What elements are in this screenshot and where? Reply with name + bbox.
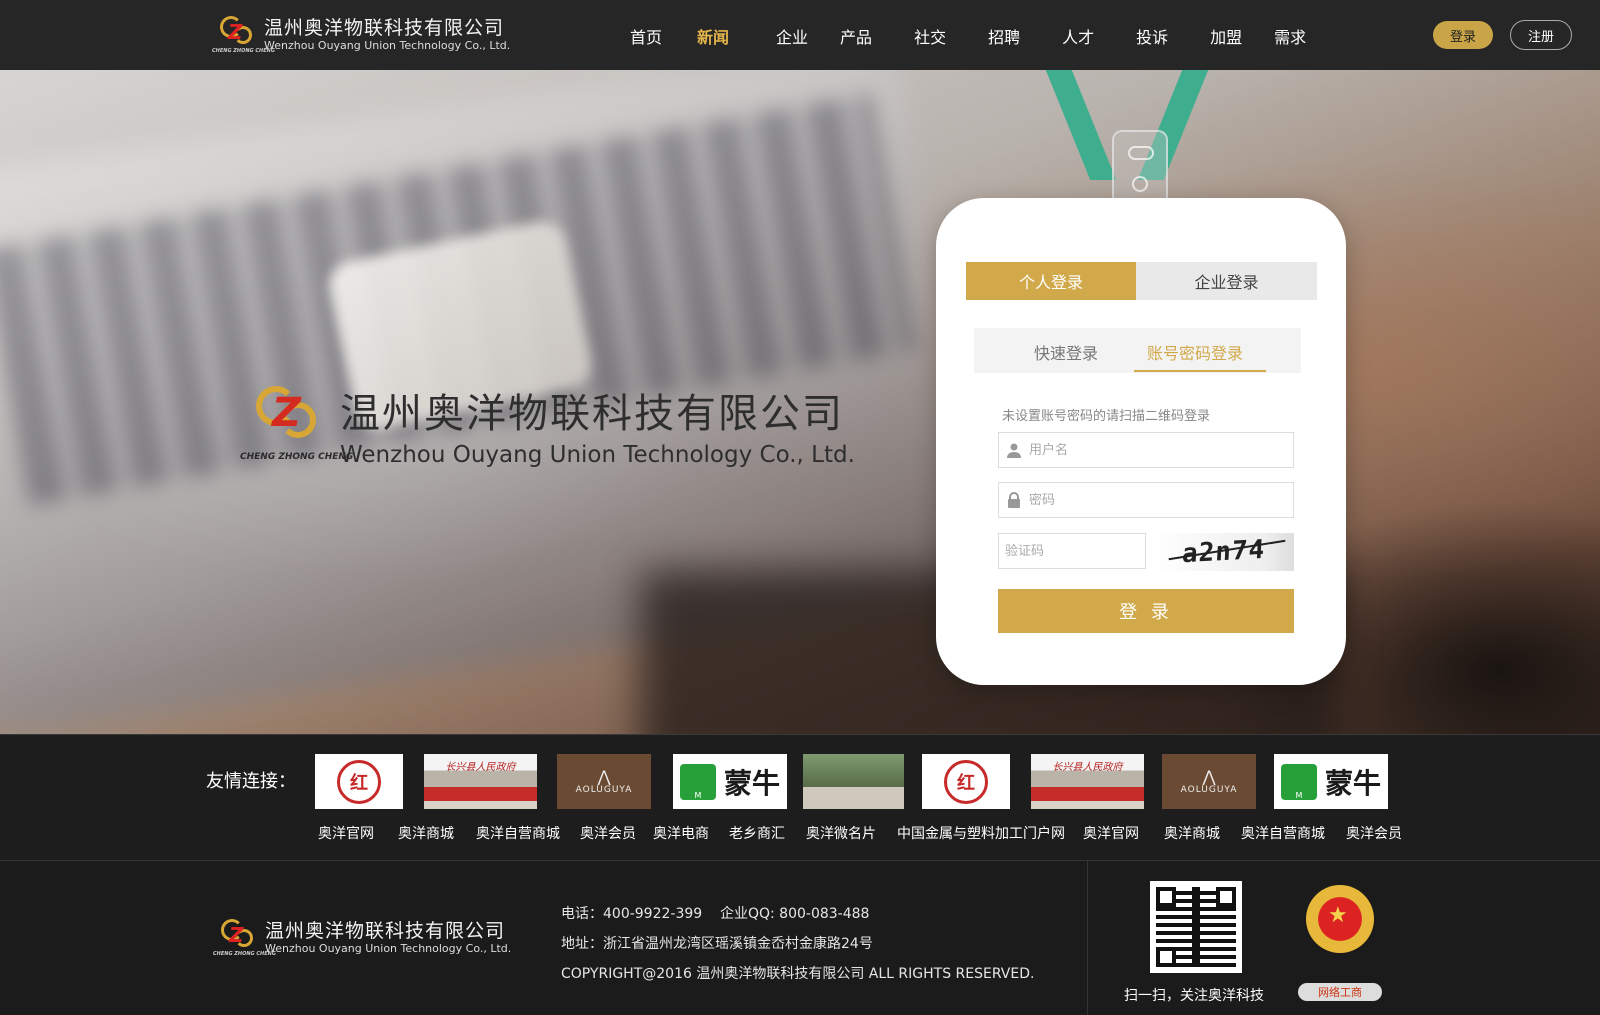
nav-enterprise[interactable]: 企业	[776, 24, 808, 48]
aoluguya-logo[interactable]: ⋀ AOLUGUYA	[1162, 754, 1256, 809]
friend-link[interactable]: 奥洋自营商城	[1241, 823, 1325, 843]
captcha-field[interactable]	[998, 533, 1146, 569]
login-hint: 未设置账号密码的请扫描二维码登录	[1002, 409, 1211, 424]
footer-address: 地址：浙江省温州龙湾区瑶溪镇金岙村金康路24号	[561, 936, 873, 952]
login-method-tabs: 快速登录 账号密码登录	[974, 328, 1301, 373]
footer-contact: 电话：400-9922-399 企业QQ: 800-083-488 地址：浙江省…	[561, 899, 1034, 989]
mengniu-logo[interactable]: M 蒙牛	[673, 754, 787, 809]
password-input[interactable]	[1029, 492, 1279, 508]
gate-logo[interactable]: 长兴县人民政府	[424, 754, 537, 809]
qr-caption: 扫一扫，关注奥洋科技	[1124, 988, 1264, 1004]
nav-home[interactable]: 首页	[630, 24, 662, 48]
friend-link[interactable]: 奥洋微名片	[806, 823, 876, 843]
tab-personal-login[interactable]: 个人登录	[966, 262, 1136, 300]
friend-link[interactable]: 奥洋自营商城	[476, 823, 560, 843]
footer-company-name: 温州奥洋物联科技有限公司	[265, 920, 506, 942]
login-card: 个人登录 企业登录 快速登录 账号密码登录 未设置账号密码的请扫描二维码登录 a…	[936, 198, 1346, 685]
company-logo-icon: Z CHENG ZHONG CHENG	[212, 14, 275, 56]
top-header: Z CHENG ZHONG CHENG 温州奥洋物联科技有限公司 Wenzhou…	[0, 0, 1600, 70]
company-logo-icon: Z CHENG ZHONG CHENG	[213, 917, 276, 959]
nav-franchise[interactable]: 加盟	[1210, 24, 1242, 48]
subtab-quick-login[interactable]: 快速登录	[1034, 340, 1098, 364]
nav-talent[interactable]: 人才	[1062, 24, 1094, 48]
header-logo[interactable]: Z CHENG ZHONG CHENG 温州奥洋物联科技有限公司 Wenzhou…	[212, 14, 510, 56]
username-input[interactable]	[1029, 442, 1279, 458]
footer-copyright: COPYRIGHT@2016 温州奥洋物联科技有限公司 ALL RIGHTS R…	[561, 966, 1035, 982]
tab-enterprise-login[interactable]: 企业登录	[1136, 262, 1317, 300]
user-icon	[999, 433, 1029, 467]
footer-phone: 电话：400-9922-399 企业QQ: 800-083-488	[561, 906, 870, 922]
active-subtab-underline	[1134, 370, 1266, 372]
login-submit-button[interactable]: 登 录	[998, 589, 1294, 633]
national-emblem-icon[interactable]: ★	[1298, 879, 1382, 969]
captcha-input[interactable]	[999, 543, 1137, 559]
friend-link[interactable]: 奥洋官网	[1083, 823, 1139, 843]
header-company-name: 温州奥洋物联科技有限公司	[264, 17, 505, 39]
hero-banner: Z CHENG ZHONG CHENG 温州奥洋物联科技有限公司 Wenzhou…	[0, 70, 1600, 734]
friend-link[interactable]: 奥洋商城	[1164, 823, 1220, 843]
nav-news[interactable]: 新闻	[697, 24, 729, 48]
hongtou-logo[interactable]: 红	[922, 754, 1010, 809]
password-field[interactable]	[998, 482, 1294, 518]
hongtou-logo[interactable]: 红	[315, 754, 403, 809]
subtab-account-login[interactable]: 账号密码登录	[1147, 340, 1243, 364]
hero-company-name-en: Wenzhou Ouyang Union Technology Co., Ltd…	[340, 442, 855, 468]
hero-logo-icon: Z CHENG ZHONG CHENG	[240, 380, 353, 470]
friend-links-title: 友情连接：	[206, 771, 296, 792]
captcha-image[interactable]: a2n74	[1154, 533, 1294, 571]
friend-link[interactable]: 奥洋电商	[653, 823, 709, 843]
friend-link[interactable]: 奥洋官网	[318, 823, 374, 843]
hero-brand: Z CHENG ZHONG CHENG 温州奥洋物联科技有限公司 Wenzhou…	[240, 380, 855, 470]
aoluguya-logo[interactable]: ⋀ AOLUGUYA	[557, 754, 651, 809]
nav-social[interactable]: 社交	[914, 24, 946, 48]
friend-link[interactable]: 中国金属与塑料加工门户网	[897, 823, 1065, 843]
nav-products[interactable]: 产品	[840, 24, 872, 48]
friend-link[interactable]: 奥洋会员	[580, 823, 636, 843]
header-company-name-en: Wenzhou Ouyang Union Technology Co., Ltd…	[264, 39, 511, 52]
header-register-button[interactable]: 注册	[1510, 20, 1572, 50]
nav-demand[interactable]: 需求	[1274, 24, 1306, 48]
footer-logo[interactable]: Z CHENG ZHONG CHENG 温州奥洋物联科技有限公司 Wenzhou…	[213, 917, 511, 959]
friend-link[interactable]: 奥洋会员	[1346, 823, 1402, 843]
network-business-badge[interactable]: 网络工商	[1298, 983, 1382, 1001]
wechat-qr-code	[1150, 881, 1242, 973]
footer-company-name-en: Wenzhou Ouyang Union Technology Co., Ltd…	[265, 942, 512, 955]
login-type-tabs: 个人登录 企业登录	[966, 262, 1317, 300]
friend-link[interactable]: 老乡商汇	[729, 823, 785, 843]
username-field[interactable]	[998, 432, 1294, 468]
friend-link[interactable]: 奥洋商城	[398, 823, 454, 843]
gate-logo[interactable]: 长兴县人民政府	[1031, 754, 1144, 809]
hero-company-name: 温州奥洋物联科技有限公司	[340, 391, 844, 437]
main-nav: 首页 新闻 企业 产品 社交 招聘 人才 投诉 加盟 需求	[630, 24, 1341, 48]
lock-icon	[999, 483, 1029, 517]
park-gate-logo[interactable]	[803, 754, 904, 809]
friend-links: 友情连接： 红 长兴县人民政府 ⋀ AOLUGUYA M 蒙牛 红 长兴县人民政府 …	[0, 734, 1600, 860]
header-login-button[interactable]: 登录	[1433, 21, 1493, 49]
mengniu-logo[interactable]: M 蒙牛	[1274, 754, 1388, 809]
nav-recruit[interactable]: 招聘	[988, 24, 1020, 48]
site-footer: Z CHENG ZHONG CHENG 温州奥洋物联科技有限公司 Wenzhou…	[0, 860, 1600, 1015]
nav-complaint[interactable]: 投诉	[1136, 24, 1168, 48]
